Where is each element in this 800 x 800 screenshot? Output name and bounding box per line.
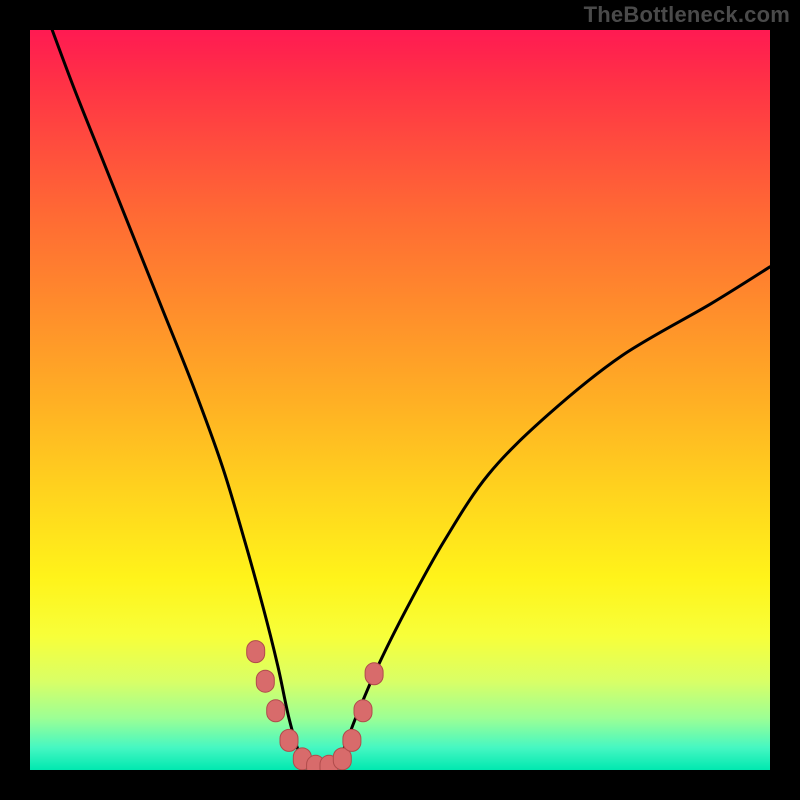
marker-point	[247, 641, 265, 663]
watermark-text: TheBottleneck.com	[584, 2, 790, 28]
highlighted-markers	[247, 641, 383, 770]
marker-point	[267, 700, 285, 722]
marker-point	[365, 663, 383, 685]
chart-frame: TheBottleneck.com	[0, 0, 800, 800]
bottleneck-curve	[52, 30, 770, 770]
marker-point	[343, 729, 361, 751]
curve-svg	[30, 30, 770, 770]
marker-point	[354, 700, 372, 722]
plot-area	[30, 30, 770, 770]
marker-point	[256, 670, 274, 692]
marker-point	[280, 729, 298, 751]
